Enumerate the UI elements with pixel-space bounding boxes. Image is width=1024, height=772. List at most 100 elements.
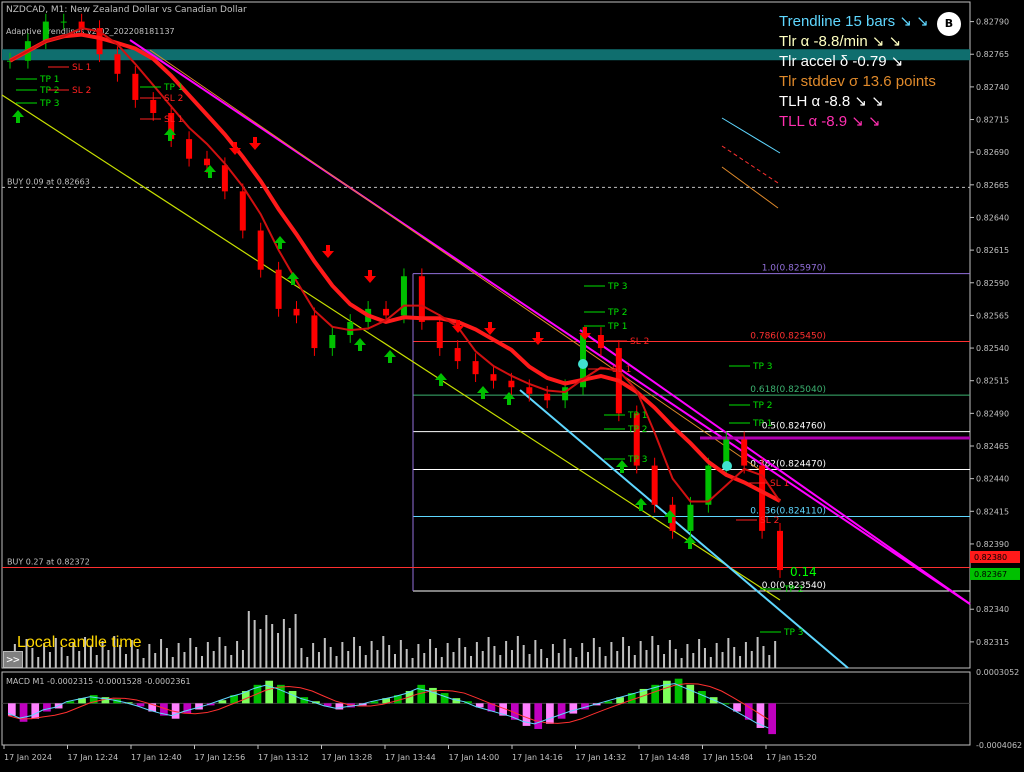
volume-bar [557,653,560,668]
y-tick-label: 0.82640 [976,213,1009,222]
macd-y-tick-label: -0.0004062 [976,741,1022,750]
volume-bar [598,647,601,668]
x-tick-label: 17 Jan 14:16 [512,753,563,762]
macd-histogram-bar [557,703,566,719]
volume-bar [394,654,396,668]
macd-histogram-bar [43,703,51,712]
volume-bar [569,648,572,668]
volume-bar [107,650,110,668]
y-tick-label: 0.82465 [976,442,1009,451]
macd-histogram-bar [31,703,40,719]
volume-bar [201,656,203,668]
level-label: SL 1 [770,479,789,489]
y-tick-label: 0.82590 [976,279,1009,288]
hud-line: TLL α -8.9 ↘ ↘ [779,113,881,130]
volume-bar [253,620,256,668]
level-label: SL 1 [164,115,183,125]
volume-bar [540,649,543,668]
volume-bar [358,646,361,668]
buy-arrow-icon [635,498,647,511]
level-label: TP 1 [607,322,628,332]
level-label: SL 1 [72,63,91,73]
trend-arrow-cyan [721,117,781,154]
volume-bar [341,642,344,668]
x-tick-label: 17 Jan 14:48 [639,753,690,762]
macd-y-tick-label: 0.0003052 [976,668,1019,677]
trend-arrow-red [721,145,779,184]
candle-body [257,230,264,270]
candle-body [383,308,390,316]
candle-body [293,308,300,316]
volume-bar [160,639,163,668]
volume-bar [78,651,81,668]
volume-bar [154,653,157,668]
volume-bar [633,655,636,668]
volume-bar [282,619,285,668]
volume-bar [446,643,449,668]
volume-bar [230,655,233,668]
volume-bar [522,645,525,668]
volume-bar [247,611,250,668]
volume-bar [312,643,315,668]
candle-body [239,191,246,231]
fib-level-label: 0.786(0.825450) [750,332,826,342]
volume-bar [756,637,759,668]
volume-bar [464,647,467,668]
indicator-logo-icon[interactable]: B [937,12,961,36]
volume-bar [774,641,777,668]
volume-bar [429,639,432,668]
volume-bar [376,650,379,668]
candle-body [777,530,783,571]
volume-bar [353,637,356,668]
volume-bar [546,658,549,668]
moving-average-fast [9,27,781,503]
candle-body [114,54,121,74]
volume-bar [639,641,642,668]
volume-bar [95,655,98,668]
y-tick-label: 0.82515 [976,377,1009,386]
fib-level-label: 0.618(0.825040) [750,385,826,395]
x-tick-label: 17 Jan 15:20 [766,753,817,762]
y-tick-label: 0.82565 [976,311,1009,320]
volume-bar [516,636,519,668]
buy-arrow-icon [204,165,216,178]
volume-bar [183,652,186,668]
buy-arrow-icon [503,392,515,405]
volume-bar [674,649,677,668]
lower-trend-channel-line [1,94,781,601]
volume-bar [440,657,443,668]
level-label: TP 2 [783,585,804,595]
volume-bar [411,658,414,668]
volume-bar [323,638,326,668]
x-tick-label: 17 Jan 15:04 [703,753,754,762]
candle-body [472,361,479,375]
chart-shift-button[interactable]: >> [3,651,23,668]
volume-bar [259,629,262,668]
volume-bar [124,654,127,668]
macd-histogram-bar [674,678,683,704]
volume-bar [663,654,666,668]
local-time-label: Local candle time [17,634,142,651]
macd-histogram-bar [698,691,706,704]
volume-bar [329,647,332,668]
y-tick-label: 0.82740 [976,83,1009,92]
macd-histogram-bar [288,691,297,704]
hud-line: Tlr stddev σ 13.6 points [779,73,936,90]
volume-bar [762,646,765,668]
macd-histogram-bar [183,703,192,714]
volume-bar [581,643,584,668]
volume-bar [487,637,490,668]
volume-bar [277,633,280,668]
volume-bar [563,639,566,668]
volume-bar [195,647,198,668]
candle-body [454,348,461,362]
x-tick-label: 17 Jan 12:40 [131,753,182,762]
volume-bar [236,641,239,668]
x-tick-label: 17 Jan 12:56 [195,753,246,762]
volume-bar [481,651,484,668]
candle-body [275,269,282,309]
volume-bar [604,656,607,668]
volume-bar [505,641,508,668]
y-tick-label: 0.82490 [976,409,1009,418]
volume-bar [715,643,718,668]
